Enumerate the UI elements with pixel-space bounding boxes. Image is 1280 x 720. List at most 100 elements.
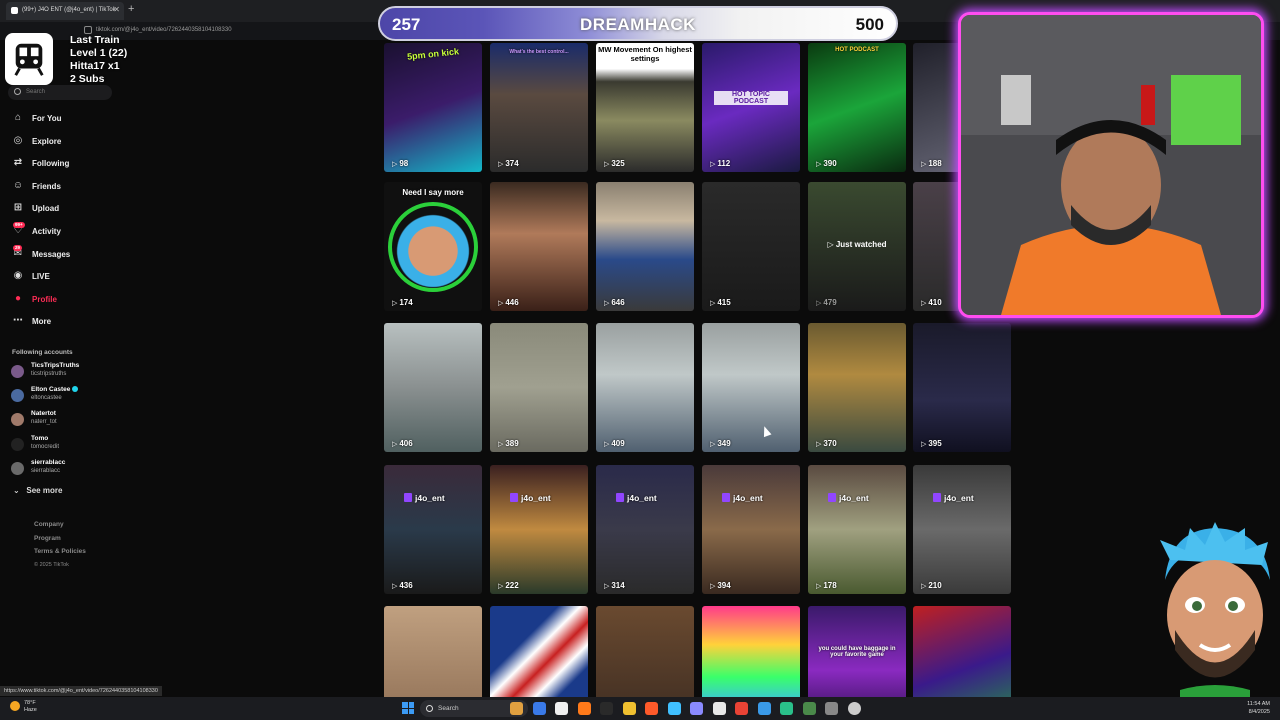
file-explorer-icon[interactable]	[555, 702, 568, 715]
account-name-text: Natertot	[31, 410, 56, 418]
following-accounts-title: Following accounts	[12, 349, 73, 356]
new-tab-icon[interactable]: +	[128, 3, 134, 15]
sidebar-item-explore[interactable]: ◎ Explore	[12, 135, 142, 158]
video-thumbnail[interactable]: MW Movement On highest settings 325	[596, 43, 694, 172]
video-thumbnail[interactable]	[913, 606, 1011, 698]
video-thumbnail[interactable]	[702, 606, 800, 698]
view-count: 410	[921, 298, 941, 307]
video-thumbnail[interactable]: 389	[490, 323, 588, 452]
sidebar-item-profile[interactable]: ● Profile	[12, 293, 142, 316]
sidebar-item-for-you[interactable]: ⌂ For You	[12, 112, 142, 135]
footer-link-company[interactable]: Company	[34, 518, 86, 532]
store-icon[interactable]	[757, 702, 771, 715]
video-thumbnail[interactable]: Just watched 479	[808, 182, 906, 311]
view-count: 395	[921, 439, 941, 448]
video-thumbnail[interactable]: j4o_ent 314	[596, 465, 694, 594]
following-account[interactable]: TicsTripsTruths ticstripstruths	[10, 362, 79, 386]
video-thumbnail[interactable]: 406	[384, 323, 482, 452]
spotify-icon[interactable]	[780, 702, 793, 715]
view-count: 446	[498, 298, 518, 307]
close-tab-icon[interactable]: ✕	[113, 5, 120, 14]
copilot-icon[interactable]	[532, 702, 546, 715]
windows-taskbar: 78°F Haze Search 11:54 AM 8/4/2025	[0, 697, 1280, 720]
webcam-feed	[958, 12, 1264, 318]
view-count: 436	[392, 581, 412, 590]
train-level: Level 1 (22)	[70, 47, 128, 59]
video-thumbnail[interactable]: you could have baggage in your favorite …	[808, 606, 906, 698]
view-count: 188	[921, 159, 941, 168]
view-count: 390	[816, 159, 836, 168]
edge-icon[interactable]	[667, 702, 681, 715]
video-thumbnail[interactable]: HOT TOPIC PODCAST 112	[702, 43, 800, 172]
video-thumbnail[interactable]: 409	[596, 323, 694, 452]
system-clock[interactable]: 11:54 AM 8/4/2025	[1247, 700, 1270, 716]
site-info-icon[interactable]	[84, 26, 92, 34]
discord-icon[interactable]	[690, 702, 703, 715]
account-name-text: Tomo	[31, 434, 49, 442]
video-caption: What's the best control...	[509, 49, 569, 55]
video-thumbnail[interactable]: What's the best control... 374	[490, 43, 588, 172]
video-thumbnail[interactable]: j4o_ent 436	[384, 465, 482, 594]
profile-icon: ●	[14, 292, 22, 304]
excel-icon[interactable]	[802, 702, 816, 715]
see-more-button[interactable]: ⌄ See more	[13, 486, 62, 495]
media-player-icon[interactable]	[847, 702, 861, 715]
sidebar-item-label: Profile	[32, 294, 57, 304]
settings-icon[interactable]	[825, 702, 838, 715]
sidebar-item-friends[interactable]: ☺ Friends	[12, 180, 142, 203]
footer-link-terms[interactable]: Terms & Policies	[34, 545, 86, 559]
view-count: 314	[604, 581, 624, 590]
firefox-icon[interactable]	[577, 702, 591, 715]
view-count: 325	[604, 159, 624, 168]
video-thumbnail[interactable]	[596, 606, 694, 698]
following-account[interactable]: Elton Castee eltoncastee	[10, 386, 79, 410]
video-thumbnail[interactable]: j4o_ent 210	[913, 465, 1011, 594]
video-thumbnail[interactable]	[490, 606, 588, 698]
footer-link-program[interactable]: Program	[34, 532, 86, 546]
account-handle: tomocredit	[31, 443, 60, 450]
search-icon	[426, 705, 433, 712]
sidebar-item-more[interactable]: ⋯ More	[12, 315, 142, 338]
view-count: 415	[710, 298, 730, 307]
windows-start-icon[interactable]	[402, 702, 414, 714]
vlc-icon[interactable]	[645, 702, 658, 715]
video-thumbnail[interactable]: HOT PODCAST 390	[808, 43, 906, 172]
following-account[interactable]: Natertot naterr_tot	[10, 410, 79, 434]
video-caption: HOT TOPIC PODCAST	[714, 91, 788, 105]
video-thumbnail[interactable]: 395	[913, 323, 1011, 452]
video-thumbnail[interactable]	[384, 606, 482, 698]
video-thumbnail[interactable]: 349	[702, 323, 800, 452]
browser-tab[interactable]: (99+) J4O ENT (@j4o_ent) | TikTok ✕	[6, 2, 124, 20]
following-account[interactable]: sierrablacc sierrablacc	[10, 459, 79, 483]
upload-icon: ⊞	[13, 202, 23, 214]
url-text[interactable]: tiktok.com/@j4o_ent/video/72624403581041…	[96, 27, 232, 33]
sidebar-item-live[interactable]: ◉ LIVE	[12, 270, 142, 293]
sidebar-item-following[interactable]: ⇄ Following	[12, 157, 142, 180]
video-thumbnail[interactable]: 646	[596, 182, 694, 311]
video-thumbnail[interactable]: 415	[702, 182, 800, 311]
following-account[interactable]: Tomo tomocredit	[10, 435, 79, 459]
calendar-icon[interactable]	[712, 702, 726, 715]
chrome-icon[interactable]	[735, 702, 748, 715]
account-name: TicsTripsTruths	[31, 362, 79, 370]
video-thumbnail[interactable]: 370	[808, 323, 906, 452]
sidebar-item-messages[interactable]: ✉ 29 Messages	[12, 244, 142, 271]
view-count: 210	[921, 581, 941, 590]
view-count: 394	[710, 581, 730, 590]
avatar-app-icon[interactable]	[510, 702, 523, 715]
video-caption: Need I say more	[402, 188, 464, 197]
terminal-icon[interactable]	[600, 702, 613, 715]
sidebar-item-activity[interactable]: ♡ 99+ Activity	[12, 221, 142, 248]
video-thumbnail[interactable]: j4o_ent 394	[702, 465, 800, 594]
video-thumbnail[interactable]: j4o_ent 178	[808, 465, 906, 594]
video-thumbnail[interactable]: 446	[490, 182, 588, 311]
video-thumbnail[interactable]: 5pm on kick 98	[384, 43, 482, 172]
video-thumbnail[interactable]: j4o_ent 222	[490, 465, 588, 594]
video-thumbnail[interactable]: Need I say more 174	[384, 182, 482, 311]
account-name: sierrablacc	[31, 459, 79, 467]
search-input[interactable]: Search	[8, 85, 112, 100]
twitch-handle-overlay: j4o_ent	[616, 493, 657, 503]
files-icon[interactable]	[622, 702, 636, 715]
weather-widget[interactable]: 78°F Haze	[10, 700, 37, 714]
sidebar-item-upload[interactable]: ⊞ Upload	[12, 202, 142, 225]
